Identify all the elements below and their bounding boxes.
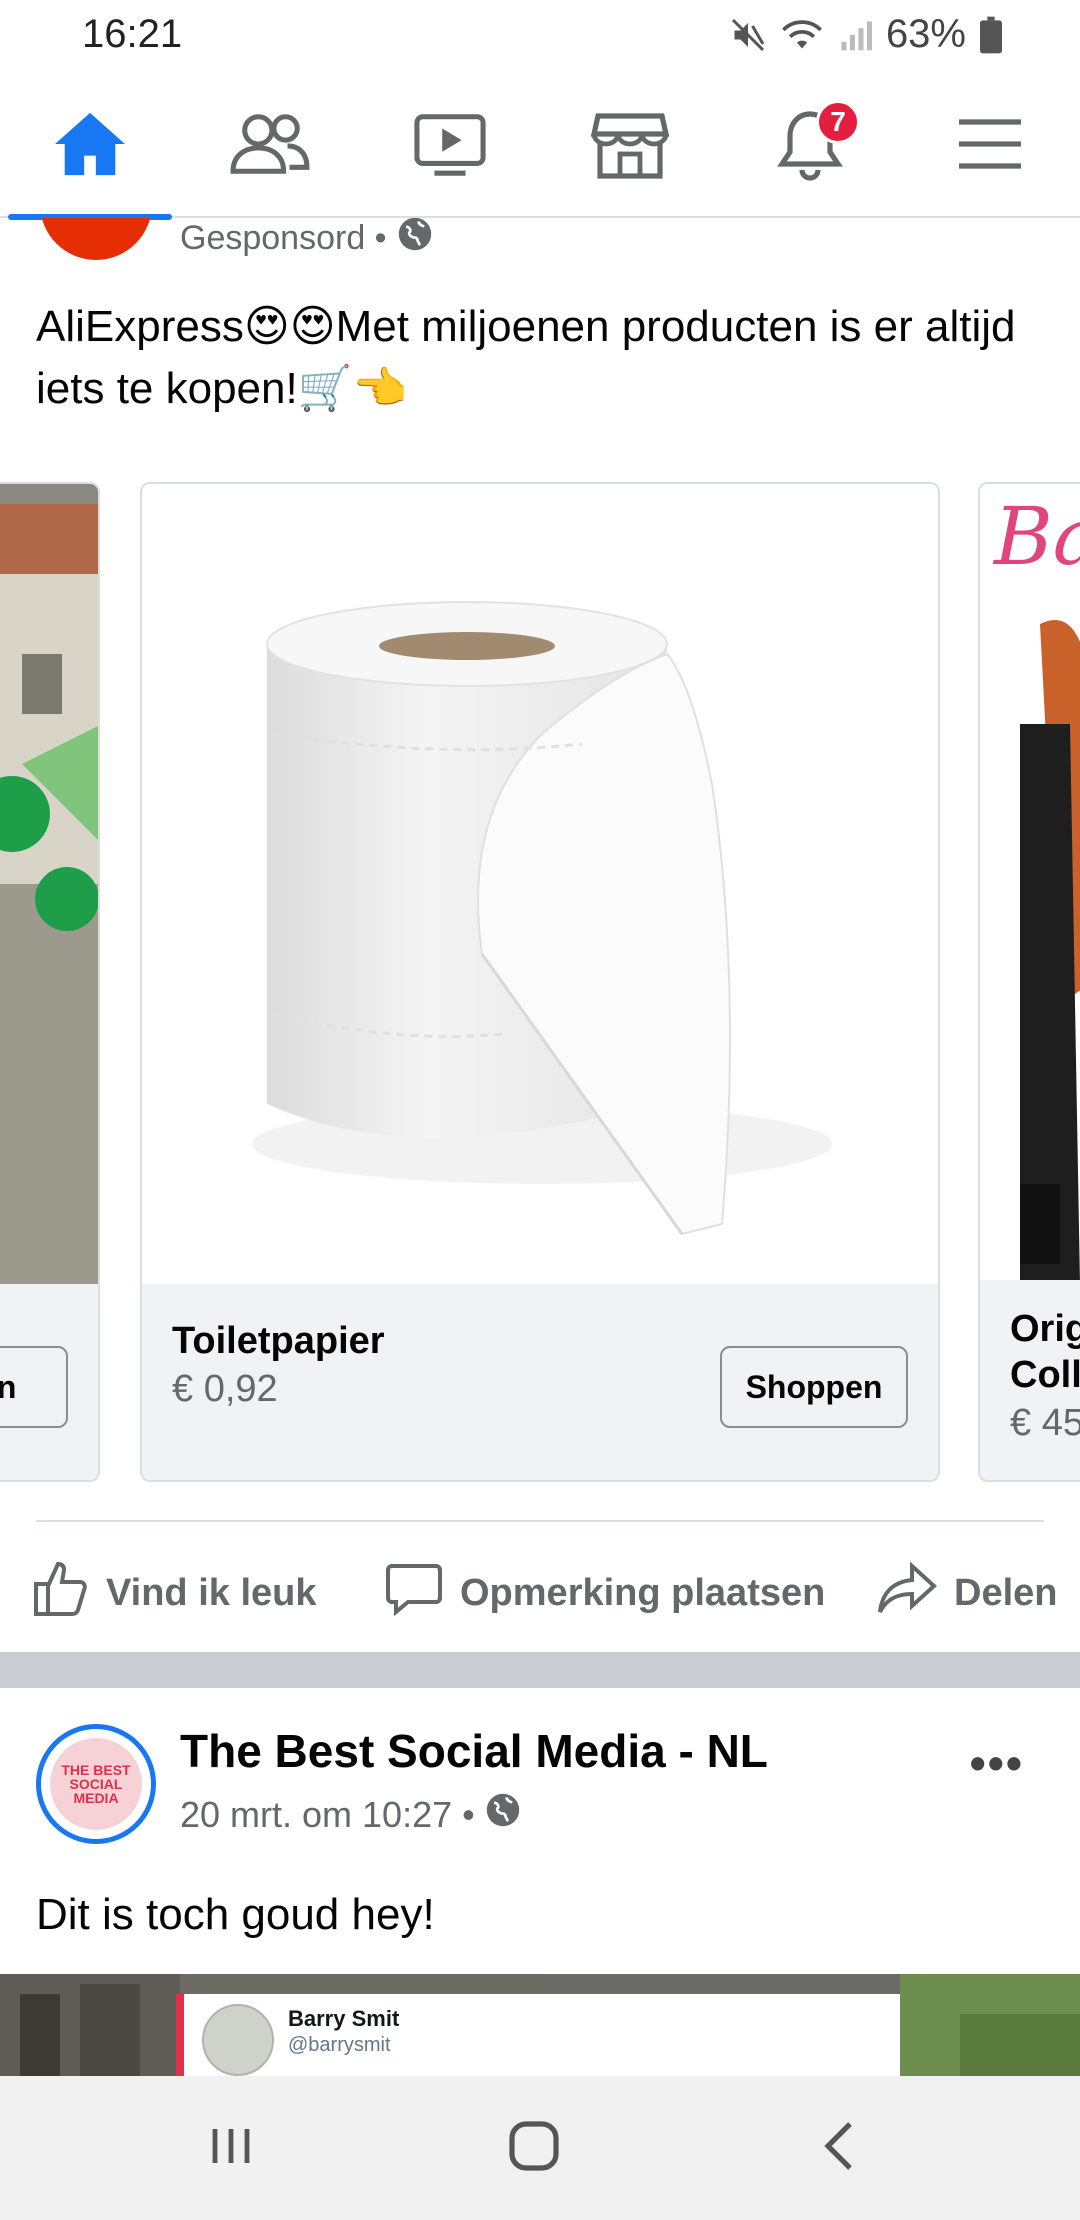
tab-watch[interactable] [360, 74, 540, 218]
product-image [142, 484, 938, 1284]
top-navigation: 7 [0, 74, 1080, 220]
post1-actions: Vind ik leuk Opmerking plaatsen Delen [0, 1530, 1080, 1640]
battery-icon [980, 16, 1002, 54]
aliexpress-avatar[interactable] [40, 218, 152, 260]
feed-separator [0, 1652, 1080, 1688]
product-price: € 0,92 [172, 1368, 278, 1410]
video-icon [410, 109, 490, 184]
share-button[interactable]: Delen [876, 1558, 1057, 1628]
more-options-button[interactable]: ••• [970, 1736, 1024, 1790]
post-meta: 20 mrt. om 10:27 • [180, 1792, 521, 1837]
recent-apps-button[interactable] [192, 2116, 272, 2180]
thumbs-up-icon [30, 1558, 90, 1628]
card-footer: pen [0, 1284, 98, 1480]
comment-button[interactable]: Opmerking plaatsen [384, 1558, 825, 1628]
tab-notifications[interactable]: 7 [720, 74, 900, 218]
product-title: Orig Coll [1010, 1308, 1080, 1396]
product-image: Bar [980, 484, 1080, 1280]
post-timestamp[interactable]: 20 mrt. om 10:27 • [180, 1794, 475, 1836]
tab-marketplace[interactable] [540, 74, 720, 218]
shop-button[interactable]: pen [0, 1346, 68, 1428]
tweet-name: Barry Smit [288, 2006, 400, 2031]
home-circle-icon [506, 2118, 562, 2179]
status-time: 16:21 [82, 12, 183, 56]
share-icon [876, 1558, 938, 1628]
wifi-icon [780, 17, 824, 53]
comment-icon [384, 1558, 444, 1628]
carousel-card-toiletpapier[interactable]: Toiletpapier € 0,92 Shoppen [140, 482, 940, 1482]
carousel-card-previous[interactable]: pen [0, 482, 100, 1482]
product-price: € 45 [1010, 1402, 1080, 1444]
page-name[interactable]: The Best Social Media - NL [180, 1724, 768, 1778]
carousel-card-next[interactable]: Bar Orig Coll € 45 [978, 482, 1080, 1482]
tab-friends[interactable] [180, 74, 360, 218]
notification-badge: 7 [816, 100, 860, 144]
svg-text:Bar: Bar [992, 490, 1080, 583]
card-footer: Orig Coll € 45 [980, 1280, 1080, 1480]
marketplace-icon [590, 108, 670, 185]
avatar-logo-text: THE BEST SOCIAL MEDIA [61, 1762, 131, 1806]
home-icon [50, 109, 130, 184]
status-icons: 63% [730, 12, 1002, 57]
tweet-avatar [202, 2004, 274, 2076]
globe-icon [397, 218, 433, 261]
home-button[interactable] [494, 2116, 574, 2180]
toilet-paper-image [252, 601, 832, 1236]
actions-divider [36, 1520, 1044, 1522]
post2-text: Dit is toch goud hey! [36, 1890, 435, 1939]
post1-header: Gesponsord • [0, 218, 1080, 264]
hamburger-icon [955, 114, 1025, 179]
tweet-handle: @barrysmit [288, 2034, 391, 2056]
signal-icon [838, 17, 872, 53]
back-icon [816, 2118, 860, 2179]
battery-percent: 63% [885, 12, 966, 56]
mute-icon [730, 17, 766, 53]
post1-text: AliExpress😍😍Met miljoenen producten is e… [36, 302, 1016, 413]
tab-home[interactable] [0, 74, 180, 220]
globe-icon [485, 1792, 521, 1837]
product-image [0, 484, 98, 1284]
product-carousel[interactable]: pen [0, 482, 1080, 1486]
tweet-card: Barry Smit @barrysmit [176, 1994, 900, 2076]
card-footer: Toiletpapier € 0,92 Shoppen [142, 1284, 938, 1480]
system-navigation-bar [0, 2076, 1080, 2220]
status-bar: 16:21 63% [0, 0, 1080, 74]
like-button[interactable]: Vind ik leuk [30, 1558, 316, 1628]
product-title: Toiletpapier [172, 1320, 385, 1362]
friends-icon [228, 109, 312, 184]
page-avatar[interactable]: THE BEST SOCIAL MEDIA [36, 1724, 156, 1844]
doll-image: Bar [980, 484, 1080, 1280]
post2-image[interactable]: Barry Smit @barrysmit [0, 1974, 1080, 2076]
back-button[interactable] [798, 2116, 878, 2180]
recent-apps-icon [207, 2121, 257, 2176]
sponsored-label: Gesponsord • [180, 218, 433, 261]
tab-menu[interactable] [900, 74, 1080, 218]
shop-button[interactable]: Shoppen [720, 1346, 908, 1428]
